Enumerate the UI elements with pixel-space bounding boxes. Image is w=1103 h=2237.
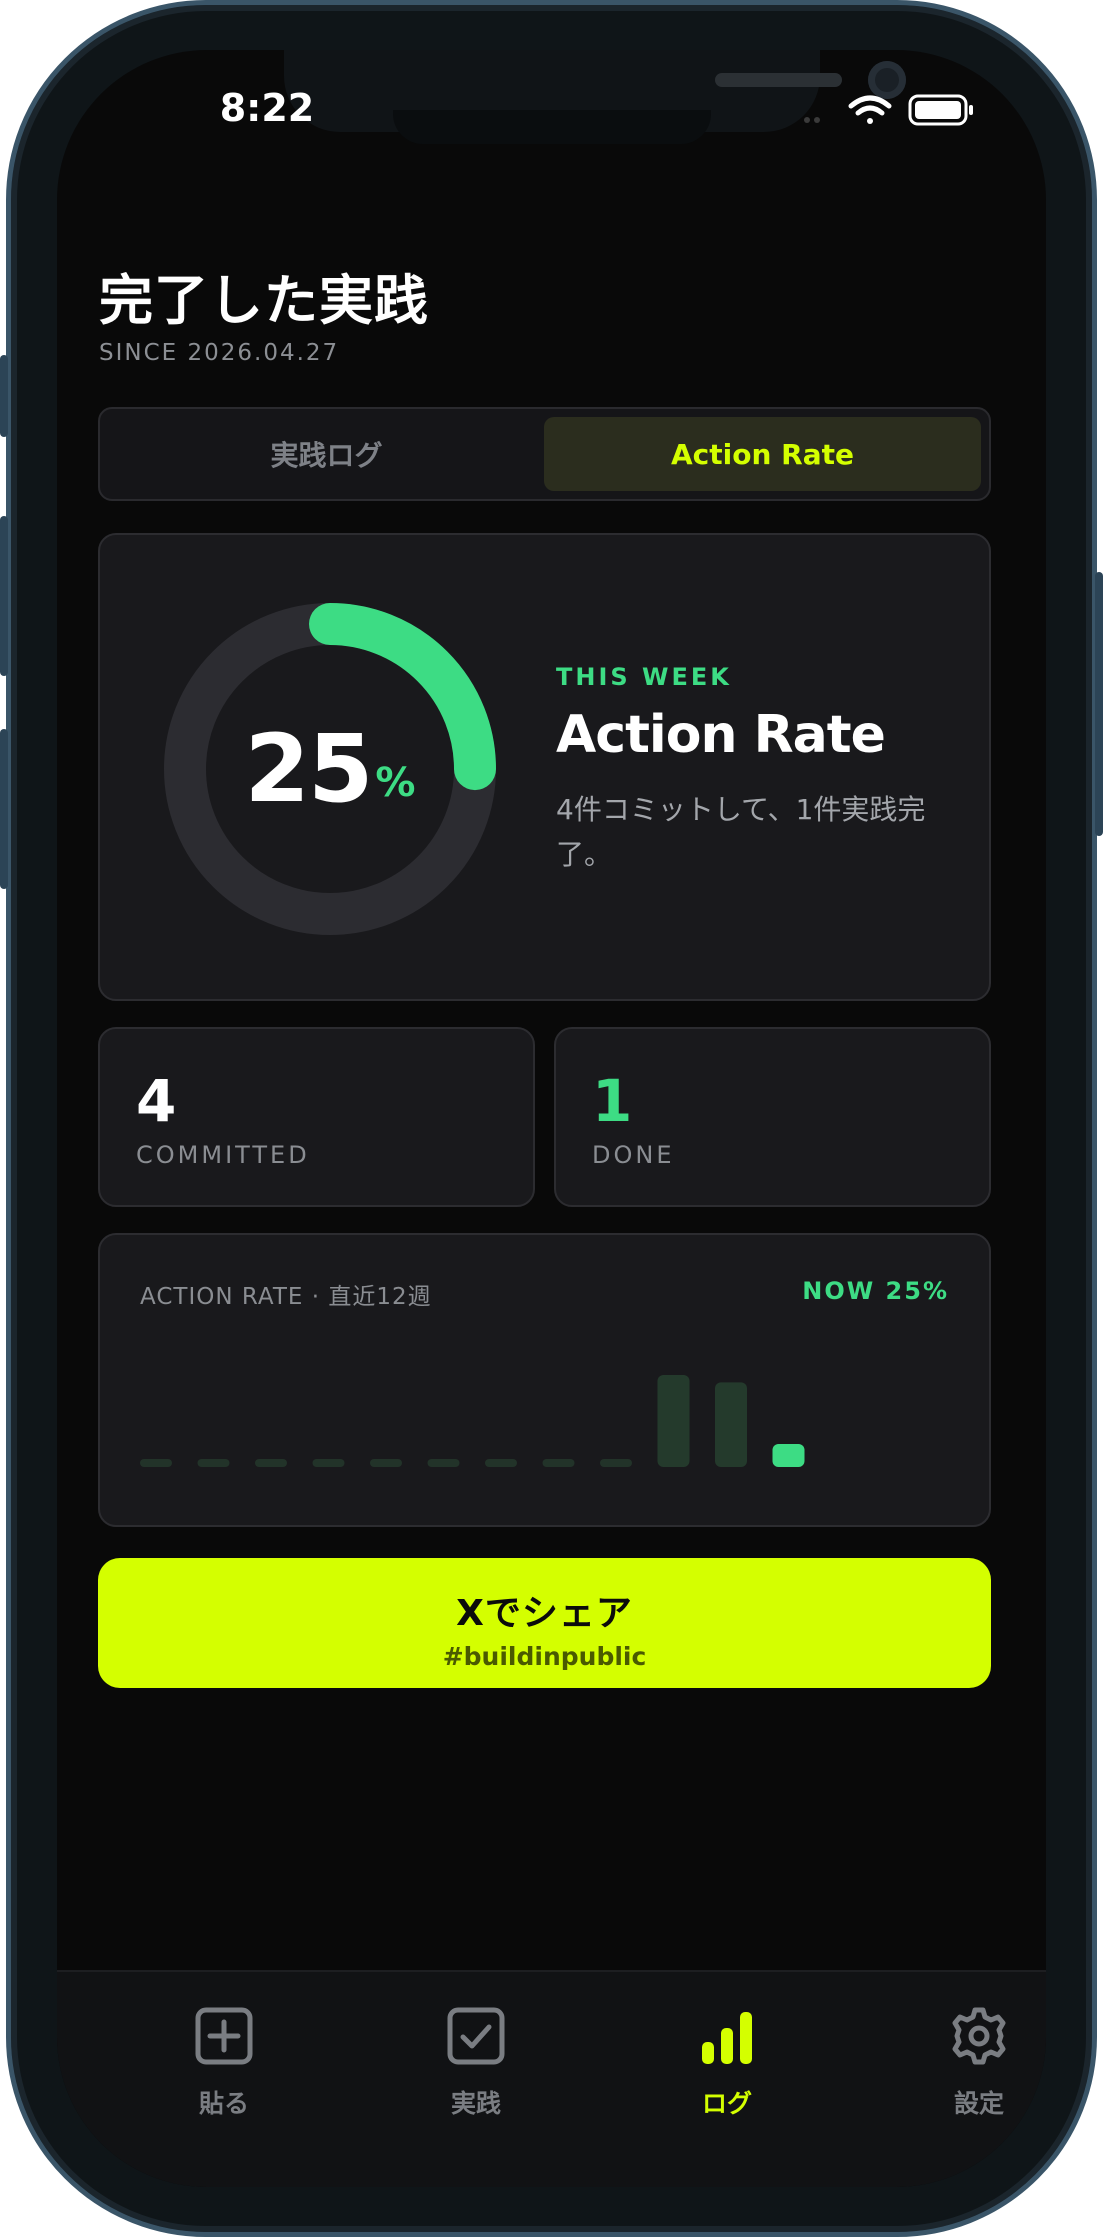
this-week-label: THIS WEEK — [556, 663, 732, 691]
progress-number: 25 — [244, 714, 374, 824]
notch-lip — [393, 110, 711, 144]
done-card: 1 DONE — [554, 1027, 991, 1207]
share-button-label: Xでシェア — [456, 1593, 633, 1634]
done-label: DONE — [592, 1141, 675, 1169]
tab-action-rate[interactable]: Action Rate — [544, 417, 981, 491]
chart-bar-week-2 — [197, 1459, 230, 1467]
tab-practice-label: 実践 — [450, 2089, 501, 2118]
committed-count: 4 — [136, 1067, 177, 1135]
side-button-mute — [0, 355, 8, 437]
weekly-bar-chart — [140, 1375, 805, 1467]
side-button-power — [1095, 572, 1103, 836]
bar-chart-icon — [702, 2012, 752, 2064]
card-heading: Action Rate — [556, 705, 886, 765]
chart-bar-week-8 — [542, 1459, 575, 1467]
committed-card: 4 COMMITTED — [98, 1027, 535, 1207]
chart-bar-week-11 — [715, 1382, 747, 1467]
committed-label: COMMITTED — [136, 1141, 310, 1169]
side-button-volume-down — [0, 729, 8, 889]
progress-ring: 25 % — [160, 599, 500, 939]
weekly-chart-card: ACTION RATE · 直近12週 NOW 25% — [98, 1233, 991, 1527]
segmented-control: 実践ログ Action Rate — [98, 407, 991, 501]
tab-log-label: ログ — [701, 2089, 752, 2118]
app-screen: 8:22 完了した実践 SINCE 2026.04.27 実践ログ Action… — [57, 50, 1046, 2187]
chart-bar-week-12 — [772, 1444, 805, 1467]
signal-icon — [804, 117, 820, 123]
card-description: 4件コミットして、1件実践完了。 — [556, 793, 926, 871]
share-hashtag: #buildinpublic — [442, 1642, 647, 1671]
tab-paste-label: 貼る — [198, 2089, 249, 2118]
action-rate-card: 25 % THIS WEEK Action Rate 4件コミットして、1件実践… — [98, 533, 991, 1001]
bottom-tab-bar: 貼る 実践 ログ 設定 — [57, 1970, 1046, 2187]
chart-bar-week-6 — [427, 1459, 460, 1467]
wifi-icon — [848, 95, 892, 124]
side-button-volume-up — [0, 516, 8, 676]
chart-bar-week-5 — [370, 1459, 402, 1467]
tab-practice[interactable]: 実践 — [376, 1972, 576, 2132]
page-title: 完了した実践 — [99, 269, 429, 332]
tab-settings-label: 設定 — [953, 2089, 1004, 2118]
chart-bar-week-10 — [657, 1375, 690, 1467]
tab-settings[interactable]: 設定 — [879, 1972, 1046, 2132]
status-time: 8:22 — [219, 86, 315, 130]
tab-log[interactable]: ログ — [627, 1972, 827, 2132]
progress-unit: % — [375, 760, 416, 806]
tab-paste[interactable]: 貼る — [124, 1972, 324, 2132]
check-square-icon — [447, 2007, 505, 2065]
chart-bar-week-1 — [140, 1459, 172, 1467]
chart-bar-week-4 — [312, 1459, 345, 1467]
done-count: 1 — [592, 1067, 633, 1135]
tab-practice-log[interactable]: 実践ログ — [108, 417, 545, 491]
status-icons — [803, 90, 1023, 130]
chart-bar-week-3 — [255, 1459, 287, 1467]
plus-square-icon — [195, 2007, 253, 2065]
progress-value: 25 % — [160, 599, 500, 939]
share-on-x-button[interactable]: Xでシェア #buildinpublic — [98, 1558, 991, 1688]
speaker-grille — [715, 73, 842, 87]
battery-icon — [908, 94, 973, 126]
since-date: SINCE 2026.04.27 — [99, 340, 340, 366]
gear-icon — [952, 2007, 1006, 2065]
chart-bar-week-7 — [485, 1459, 517, 1467]
chart-bar-week-9 — [600, 1459, 632, 1467]
